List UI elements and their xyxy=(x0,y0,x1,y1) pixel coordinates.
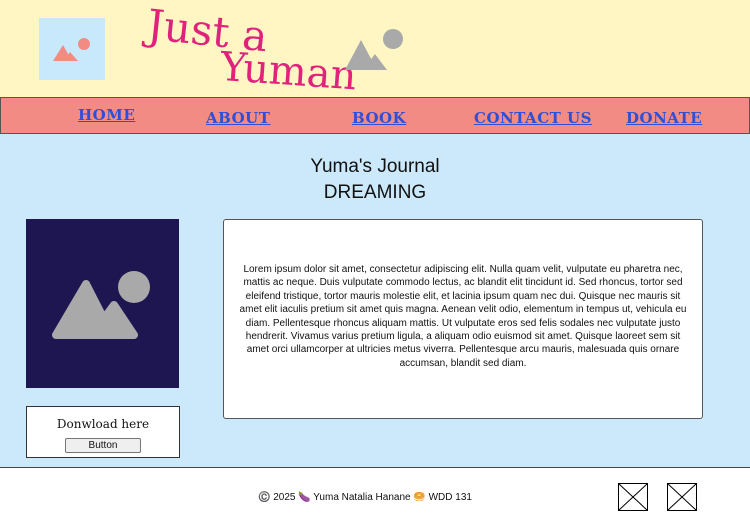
page-subtitle: DREAMING xyxy=(323,182,427,203)
site-footer: ©️ 2025 🍆 Yuma Natalia Hanane 🥯 WDD 131 xyxy=(0,467,750,523)
image-placeholder-icon xyxy=(53,38,90,61)
logo[interactable] xyxy=(39,18,105,80)
download-label: Donwload here xyxy=(56,417,150,431)
social-icon-placeholder[interactable] xyxy=(667,483,697,511)
nav-about[interactable]: ABOUT xyxy=(206,109,270,127)
footer-text: ©️ 2025 🍆 Yuma Natalia Hanane 🥯 WDD 131 xyxy=(258,492,472,503)
download-button[interactable]: Button xyxy=(65,438,141,453)
nav-donate[interactable]: DONATE xyxy=(626,109,702,127)
image-placeholder-icon xyxy=(52,271,150,339)
nav-book[interactable]: BOOK xyxy=(352,109,406,127)
nav-contact[interactable]: CONTACT US xyxy=(474,109,592,127)
social-icon-placeholder[interactable] xyxy=(618,483,648,511)
site-title-line2: Yuman xyxy=(218,44,358,100)
mountain-sun-icon xyxy=(345,29,403,70)
nav-home[interactable]: HOME xyxy=(78,106,135,124)
main-nav: HOME ABOUT BOOK CONTACT US DONATE xyxy=(0,97,750,134)
download-panel: Donwload here Button xyxy=(26,406,180,458)
article-card: Lorem ipsum dolor sit amet, consectetur … xyxy=(223,219,703,419)
site-header: Just a Yuman xyxy=(0,0,750,100)
article-text: Lorem ipsum dolor sit amet, consectetur … xyxy=(239,264,687,369)
page-title: Yuma's Journal xyxy=(310,156,440,177)
feature-image xyxy=(26,219,179,388)
